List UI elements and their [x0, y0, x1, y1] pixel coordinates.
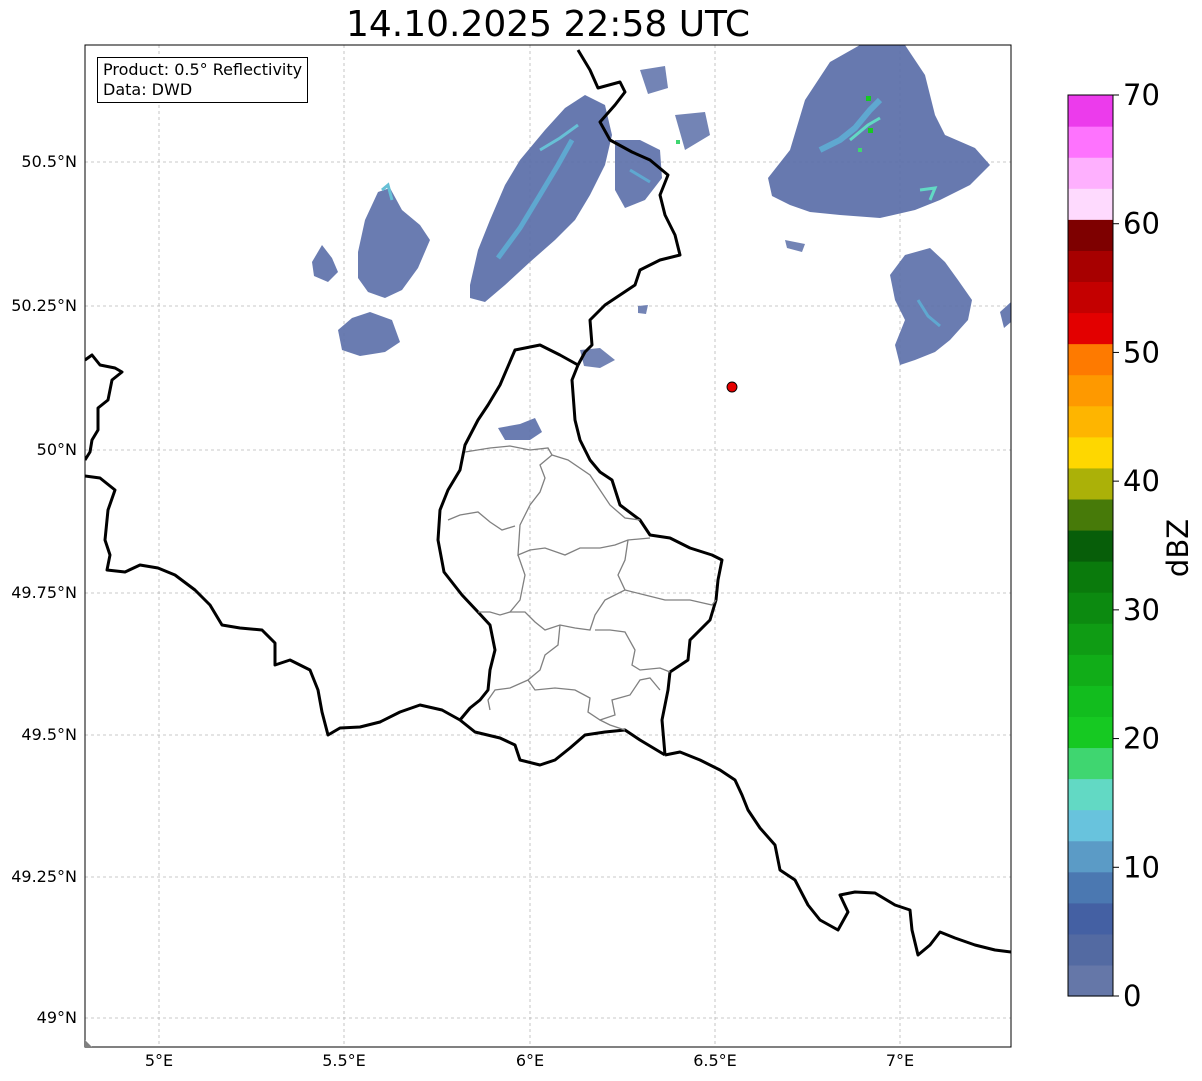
lon-tick-label: 6°E — [516, 1051, 544, 1070]
colorbar-band — [1068, 561, 1113, 593]
data-source-text: Data: DWD — [103, 80, 193, 99]
colorbar-tick-label: 30 — [1123, 593, 1160, 627]
colorbar-band — [1068, 747, 1113, 780]
colorbar-band — [1068, 343, 1113, 376]
lat-tick-label: 49°N — [37, 1008, 77, 1027]
colorbar-band — [1068, 188, 1113, 220]
colorbar-band — [1068, 623, 1113, 655]
colorbar-band — [1068, 95, 1113, 127]
colorbar-band — [1068, 250, 1113, 283]
colorbar: 0 10 20 30 40 50 60 70 dBZ — [1067, 78, 1195, 1013]
lon-ticks: 5°E 5.5°E 6°E 6.5°E 7°E — [145, 1051, 914, 1070]
colorbar-band — [1068, 933, 1113, 966]
colorbar-tick-label: 50 — [1123, 335, 1160, 369]
colorbar-bands — [1068, 95, 1113, 997]
colorbar-band — [1068, 685, 1113, 717]
colorbar-band — [1068, 405, 1113, 438]
colorbar-band — [1068, 592, 1113, 624]
colorbar-ticks: 0 10 20 30 40 50 60 70 — [1113, 78, 1160, 1013]
colorbar-band — [1068, 126, 1113, 158]
lat-tick-label: 49.5°N — [21, 725, 77, 744]
colorbar-band — [1068, 157, 1113, 189]
colorbar-tick-label: 60 — [1123, 207, 1160, 241]
lon-tick-label: 7°E — [886, 1051, 914, 1070]
lat-tick-label: 50.25°N — [11, 296, 77, 315]
colorbar-tick-label: 70 — [1123, 78, 1160, 112]
lon-tick-label: 6.5°E — [693, 1051, 737, 1070]
colorbar-tick-label: 20 — [1123, 722, 1160, 756]
lat-tick-label: 49.25°N — [11, 867, 77, 886]
colorbar-band — [1068, 529, 1113, 562]
colorbar-band — [1068, 498, 1113, 531]
lat-tick-label: 49.75°N — [11, 583, 77, 602]
colorbar-band — [1068, 840, 1113, 873]
lat-tick-label: 50.5°N — [21, 152, 77, 171]
colorbar-tick-label: 40 — [1123, 464, 1160, 498]
info-box: Product: 0.5° Reflectivity Data: DWD — [97, 57, 309, 103]
lon-tick-label: 5°E — [145, 1051, 173, 1070]
lat-ticks: 50.5°N 50.25°N 50°N 49.75°N 49.5°N 49.25… — [11, 152, 77, 1027]
colorbar-band — [1068, 467, 1113, 500]
colorbar-band — [1068, 312, 1113, 345]
radar-map: 5°E 5.5°E 6°E 6.5°E 7°E 50.5°N 50.25°N 5… — [11, 44, 1195, 1070]
colorbar-band — [1068, 809, 1113, 842]
product-text: Product: 0.5° Reflectivity — [103, 60, 303, 79]
colorbar-band — [1068, 219, 1113, 251]
colorbar-label: dBZ — [1161, 519, 1195, 577]
colorbar-band — [1068, 902, 1113, 935]
lat-tick-label: 50°N — [37, 440, 77, 459]
colorbar-band — [1068, 374, 1113, 407]
colorbar-band — [1068, 716, 1113, 749]
lon-tick-label: 5.5°E — [322, 1051, 366, 1070]
colorbar-band — [1068, 964, 1113, 997]
colorbar-tick-label: 10 — [1123, 850, 1160, 884]
colorbar-band — [1068, 778, 1113, 811]
colorbar-band — [1068, 871, 1113, 904]
colorbar-band — [1068, 281, 1113, 314]
colorbar-tick-label: 0 — [1123, 979, 1141, 1013]
colorbar-band — [1068, 436, 1113, 469]
colorbar-band — [1068, 654, 1113, 686]
radar-site-marker — [726, 381, 738, 393]
